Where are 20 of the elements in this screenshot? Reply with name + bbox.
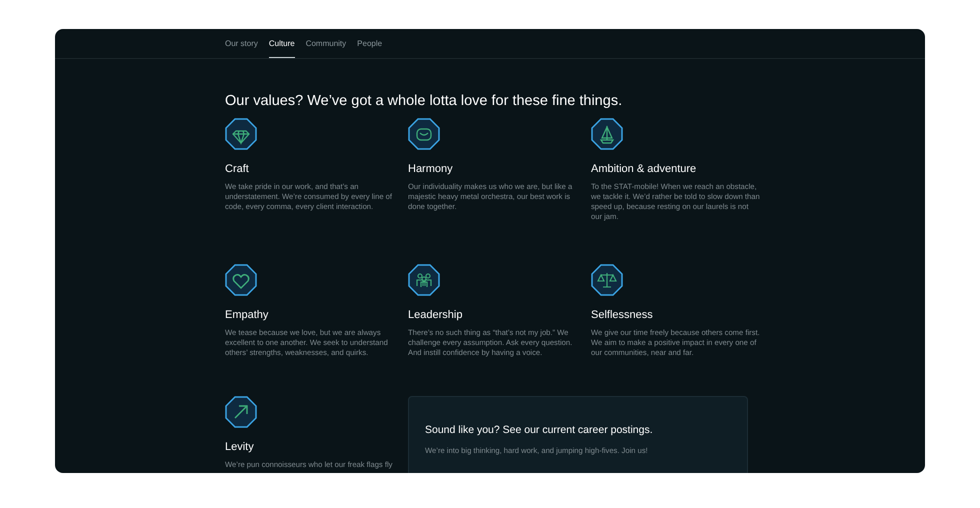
smile-icon <box>408 118 440 150</box>
value-title: Harmony <box>408 162 454 176</box>
nav-tab[interactable]: Culture <box>268 29 295 58</box>
value-title: Empathy <box>225 308 270 322</box>
nav-tab[interactable]: Our story <box>225 29 258 58</box>
nav-tab[interactable]: Community <box>306 29 346 58</box>
sailboat-icon <box>591 118 623 150</box>
diamond-icon <box>225 118 257 150</box>
value-title: Craft <box>225 162 250 176</box>
value-title: Leadership <box>408 308 464 322</box>
nav-tab[interactable]: People <box>357 29 382 58</box>
callout-title: Sound like you? See our current career postings. <box>425 423 654 438</box>
value-title: Selflessness <box>591 308 654 322</box>
section-heading: Our values? We’ve got a whole lotta love for these fine things. <box>225 92 624 110</box>
heart-icon <box>225 264 257 296</box>
value-title: Levity <box>225 440 255 454</box>
people-icon <box>408 264 440 296</box>
arrow-icon <box>225 396 257 428</box>
value-title: Ambition & adventure <box>591 162 698 176</box>
scales-icon <box>591 264 623 296</box>
